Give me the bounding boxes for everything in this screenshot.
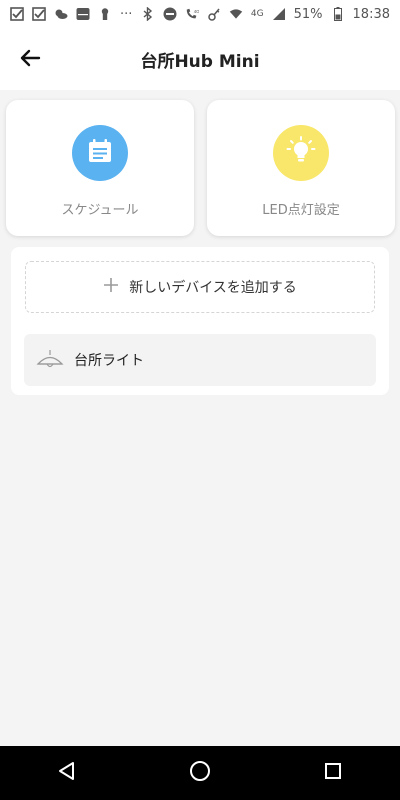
svg-text:4G: 4G [194,9,199,14]
led-icon-circle [273,125,329,181]
nav-home-button[interactable] [170,746,230,800]
nav-back-button[interactable] [37,746,97,800]
home-circle-icon [189,760,211,786]
weather-icon [54,7,68,21]
ceiling-lamp-icon [36,349,64,371]
bluetooth-icon [141,7,155,21]
more-notifications-indicator: ··· [120,6,133,22]
do-not-disturb-icon [163,7,177,21]
schedule-label: スケジュール [61,203,139,218]
add-device-button[interactable]: 新しいデバイスを追加する [25,261,375,313]
device-name: 台所ライト [74,353,144,369]
status-bar-notifications: ··· [10,7,132,22]
schedule-icon-circle [72,125,128,181]
check-note-icon [10,7,24,21]
battery-icon [331,7,345,21]
clock: 18:38 [352,6,390,22]
wifi-icon [229,7,243,21]
au-pay-icon [76,7,90,21]
calendar-icon [85,136,115,170]
system-nav-bar [0,746,400,800]
status-bar: ··· 4G 4G 51% 18:38 [0,0,400,28]
plus-icon [103,276,119,298]
network-type-label: 4G [250,9,264,19]
led-settings-card[interactable]: LED点灯設定 [207,100,395,236]
page-title: 台所Hub Mini [140,51,260,72]
signal-icon [272,7,286,21]
device-item[interactable]: 台所ライト [24,334,376,386]
lightbulb-icon [285,135,317,171]
led-settings-label: LED点灯設定 [262,203,340,218]
recents-square-icon [323,761,343,785]
check-note-icon [32,7,46,21]
keyhole-icon [98,7,112,21]
key-icon [207,7,221,21]
battery-percentage: 51% [293,6,323,22]
schedule-card[interactable]: スケジュール [6,100,194,236]
volte-call-icon: 4G [185,7,199,21]
status-bar-system: 4G 4G 51% 18:38 [141,7,390,22]
app-bar: 台所Hub Mini [0,28,400,90]
back-triangle-icon [57,761,77,785]
device-panel: 新しいデバイスを追加する 台所ライト [11,247,389,395]
add-device-label: 新しいデバイスを追加する [129,280,297,296]
arrow-left-icon [19,49,41,71]
back-button[interactable] [14,44,46,76]
nav-recents-button[interactable] [303,746,363,800]
